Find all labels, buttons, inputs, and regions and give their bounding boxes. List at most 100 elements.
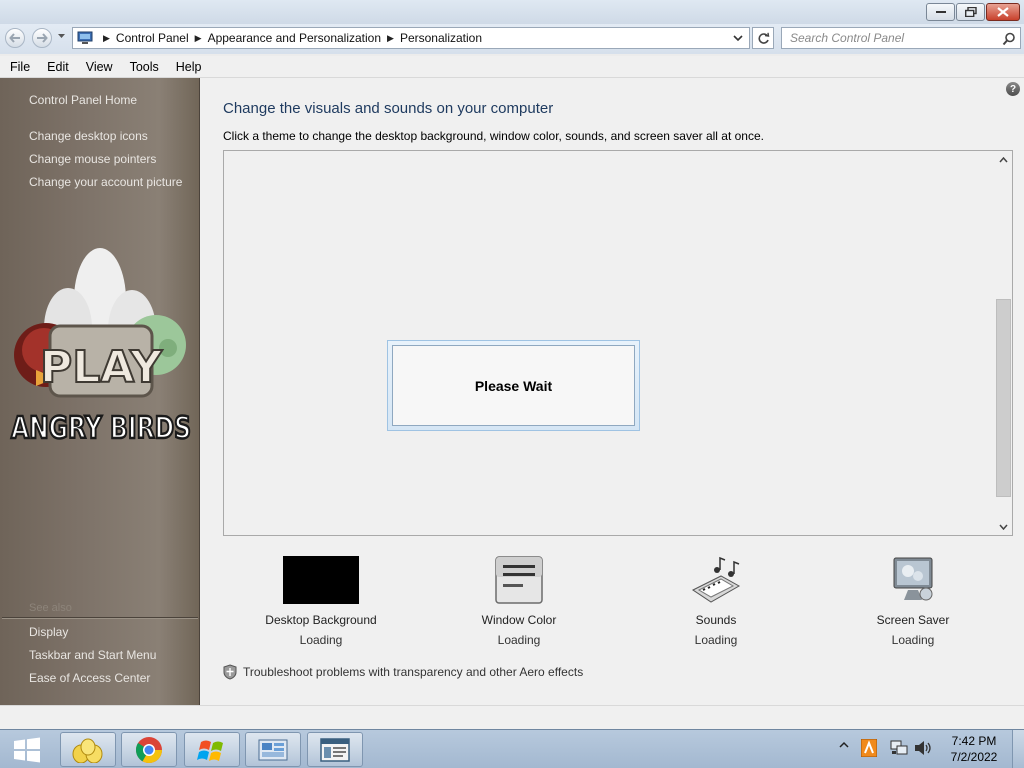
angry-birds-art-text: ANGRY BIRDS (11, 411, 191, 446)
address-row: ▶ Control Panel ▶ Appearance and Persona… (0, 24, 1024, 54)
chevron-up-icon (999, 156, 1008, 162)
window-caption (0, 0, 1024, 24)
folder-icon (72, 738, 103, 763)
breadcrumb: ▶ Control Panel ▶ Appearance and Persona… (97, 31, 482, 45)
please-wait-text: Please Wait (392, 345, 635, 426)
main-content: ? Change the visuals and sounds on your … (200, 78, 1024, 705)
setting-status: Loading (891, 633, 935, 647)
control-panel-icon (258, 739, 288, 760)
chevron-right-icon[interactable]: ▶ (387, 33, 394, 44)
troubleshoot-text[interactable]: Troubleshoot problems with transparency … (243, 665, 583, 679)
chevron-right-icon[interactable]: ▶ (195, 33, 202, 44)
taskbar-windows-media[interactable] (184, 732, 240, 767)
angry-birds-play-artwork[interactable]: PLAY ANGRY BIRDS (6, 240, 196, 450)
taskbar-control-panel[interactable] (245, 732, 301, 767)
taskbar-personalization-window[interactable] (307, 732, 363, 767)
taskbar: 7:42 PM 7/2/2022 (0, 729, 1024, 768)
show-hidden-icons-chevron-up-icon[interactable] (839, 740, 849, 750)
setting-status: Loading (497, 633, 541, 647)
address-bar[interactable]: ▶ Control Panel ▶ Appearance and Persona… (72, 27, 750, 49)
breadcrumb-personalization[interactable]: Personalization (400, 31, 482, 45)
screen-saver-icon (893, 557, 933, 601)
show-desktop-button[interactable] (1012, 730, 1024, 768)
recent-pages-dropdown-icon[interactable] (58, 34, 65, 39)
setting-label[interactable]: Window Color (439, 611, 599, 629)
see-also-heading: See also (29, 602, 72, 614)
please-wait-dialog: Please Wait (387, 340, 640, 431)
scroll-up-button[interactable] (995, 151, 1012, 168)
chevron-right-icon[interactable]: ▶ (103, 33, 110, 44)
minimize-button[interactable] (926, 3, 955, 21)
window-color-setting[interactable]: Window Color Loading (439, 555, 599, 651)
menu-view[interactable]: View (76, 60, 120, 74)
desktop-background-icon (283, 556, 359, 604)
desktop-background-setting[interactable]: Desktop Background Loading (241, 555, 401, 651)
menu-bar: File Edit View Tools Help (0, 56, 1024, 78)
scroll-thumb[interactable] (996, 299, 1011, 497)
scroll-down-button[interactable] (995, 518, 1012, 535)
left-navigation-pane: Control Panel Home Change desktop icons … (0, 78, 200, 705)
shield-icon (223, 664, 237, 680)
chevron-down-icon[interactable] (731, 31, 745, 45)
menu-help[interactable]: Help (166, 60, 209, 74)
clock-time: 7:42 PM (951, 734, 997, 748)
close-button[interactable] (986, 3, 1020, 21)
change-account-picture-link[interactable]: Change your account picture (29, 175, 182, 189)
breadcrumb-appearance[interactable]: Appearance and Personalization (208, 31, 381, 45)
windows-logo-icon (14, 737, 40, 763)
tray-app-icon[interactable] (861, 739, 877, 757)
search-box (781, 27, 1021, 49)
setting-label[interactable]: Screen Saver (833, 611, 993, 629)
sidebar-divider (2, 617, 198, 619)
troubleshoot-aero-link[interactable]: Troubleshoot problems with transparency … (223, 664, 583, 680)
search-input[interactable] (790, 31, 995, 45)
setting-label[interactable]: Sounds (636, 611, 796, 629)
windows-flag-icon (197, 740, 223, 761)
setting-label[interactable]: Desktop Background (241, 611, 401, 629)
theme-list[interactable]: Please Wait (223, 150, 1013, 536)
menu-edit[interactable]: Edit (37, 60, 76, 74)
sounds-icon (692, 556, 741, 603)
arrow-left-icon (9, 33, 20, 43)
ease-of-access-link[interactable]: Ease of Access Center (29, 671, 150, 685)
chevron-down-icon (999, 524, 1008, 530)
refresh-button[interactable] (752, 27, 774, 49)
breadcrumb-control-panel[interactable]: Control Panel (116, 31, 189, 45)
control-panel-icon (77, 31, 93, 44)
change-mouse-pointers-link[interactable]: Change mouse pointers (29, 152, 156, 166)
control-panel-home-link[interactable]: Control Panel Home (29, 93, 137, 107)
page-title: Change the visuals and sounds on your co… (223, 100, 554, 117)
restore-icon (964, 7, 977, 17)
search-icon[interactable] (1002, 32, 1016, 46)
menu-file[interactable]: File (0, 60, 37, 74)
start-button[interactable] (6, 734, 48, 766)
help-icon[interactable]: ? (1006, 82, 1020, 96)
back-button[interactable] (5, 28, 25, 48)
close-icon (997, 7, 1009, 17)
setting-status: Loading (694, 633, 738, 647)
menu-tools[interactable]: Tools (120, 60, 166, 74)
status-bar (0, 705, 1024, 729)
play-art-text: PLAY (40, 342, 163, 393)
chrome-icon (135, 736, 163, 763)
volume-icon[interactable] (914, 740, 932, 756)
refresh-icon (757, 32, 769, 44)
window-color-icon (495, 556, 543, 604)
taskbar-chrome[interactable] (121, 732, 177, 767)
clock-date: 7/2/2022 (950, 750, 998, 764)
network-icon[interactable] (890, 740, 908, 756)
restore-button[interactable] (956, 3, 985, 21)
minimize-icon (935, 11, 946, 13)
sounds-setting[interactable]: Sounds Loading (636, 555, 796, 651)
screen-saver-setting[interactable]: Screen Saver Loading (833, 555, 993, 651)
theme-list-scrollbar[interactable] (995, 151, 1012, 535)
window-icon (320, 737, 350, 762)
taskbar-start-menu-link[interactable]: Taskbar and Start Menu (29, 648, 156, 662)
change-desktop-icons-link[interactable]: Change desktop icons (29, 129, 148, 143)
display-link[interactable]: Display (29, 625, 68, 639)
system-clock[interactable]: 7:42 PM 7/2/2022 (942, 733, 1006, 765)
forward-button[interactable] (32, 28, 52, 48)
taskbar-file-explorer[interactable] (60, 732, 116, 767)
setting-status: Loading (299, 633, 343, 647)
page-subtitle: Click a theme to change the desktop back… (223, 129, 764, 143)
